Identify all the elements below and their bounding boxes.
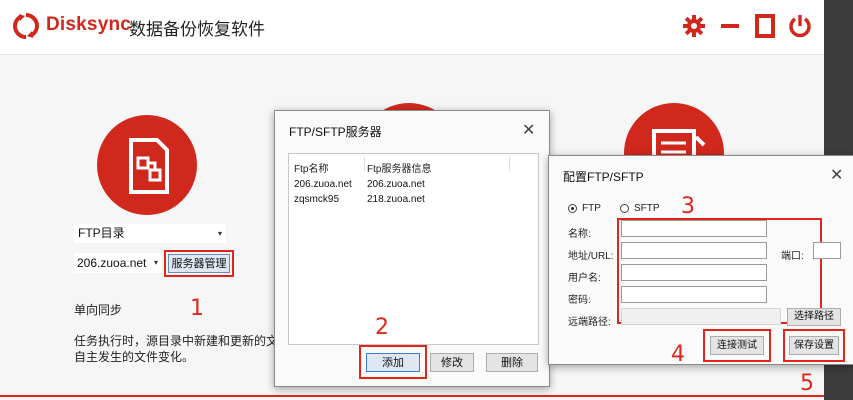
ftp-config-dialog: 配置FTP/SFTP ✕ FTP SFTP 3 名称: 地址/URL: 端口: … [548,155,853,367]
address-label: 地址/URL: [568,251,614,262]
remote-path-label: 远端路径: [568,317,611,328]
name-label: 名称: [568,229,591,240]
edit-server-button[interactable]: 修改 [430,353,474,372]
name-field[interactable] [621,220,767,237]
connection-test-button[interactable]: 连接测试 [710,336,764,355]
annotation-number-5: 5 [800,371,814,396]
close-icon[interactable]: ✕ [830,165,843,184]
annotation-number-2: 2 [375,315,389,340]
column-header-info[interactable]: Ftp服务器信息 [367,160,431,175]
gear-icon[interactable] [681,13,707,39]
config-dialog-title: 配置FTP/SFTP [563,170,644,184]
radio-ftp[interactable] [568,204,577,213]
username-label: 用户名: [568,273,601,284]
row-ftp-info: 206.zuoa.net [367,179,425,190]
minimize-icon[interactable] [717,13,743,39]
column-header-name[interactable]: Ftp名称 [294,160,328,175]
sync-description-line1: 任务执行时，源目录中新建和更新的文 [74,334,274,348]
table-row[interactable]: zqsmck95 218.zuoa.net [289,191,538,206]
row-ftp-name: 206.zuoa.net [294,179,352,190]
annotation-number-1: 1 [190,296,204,321]
power-icon[interactable] [787,13,813,39]
sync-mode-title: 单向同步 [74,303,123,317]
source-type-value: FTP目录 [78,226,125,240]
annotation-number-4: 4 [671,342,685,367]
row-ftp-name: zqsmck95 [294,194,340,205]
close-icon[interactable]: ✕ [522,120,535,139]
ftp-server-list[interactable]: Ftp名称 Ftp服务器信息 206.zuoa.net 206.zuoa.net… [288,153,539,345]
password-field[interactable] [621,286,767,303]
server-manage-button[interactable]: 服务器管理 [168,254,230,273]
ftp-dialog-title: FTP/SFTP服务器 [289,125,382,139]
brand-name: Disksync [46,14,132,35]
radio-ftp-label: FTP [582,203,601,214]
annotation-number-3: 3 [681,194,695,219]
ftp-source-icon [97,115,197,215]
save-settings-button[interactable]: 保存设置 [789,336,839,355]
dropdown-arrow-icon: ▾ [217,229,222,238]
row-ftp-info: 218.zuoa.net [367,194,425,205]
delete-server-button[interactable]: 删除 [486,353,538,372]
ftp-server-value: 206.zuoa.net [77,256,147,270]
sync-description-line2: 自主发生的文件变化。 [74,350,195,364]
sync-logo-icon [13,13,39,39]
add-server-button[interactable]: 添加 [366,353,420,372]
ftp-server-select[interactable]: 206.zuoa.net ▾ [74,253,162,273]
dropdown-arrow-icon: ▾ [153,258,158,267]
username-field[interactable] [621,264,767,281]
app-subtitle: 数据备份恢复软件 [129,20,265,39]
port-label: 端口: [781,251,804,262]
table-row[interactable]: 206.zuoa.net 206.zuoa.net [289,176,538,191]
source-type-select[interactable]: FTP目录 ▾ [74,224,226,243]
choose-path-button[interactable]: 选择路径 [787,308,841,326]
port-field[interactable] [813,242,841,259]
maximize-icon[interactable] [752,13,778,39]
ftp-server-dialog: FTP/SFTP服务器 ✕ Ftp名称 Ftp服务器信息 206.zuoa.ne… [274,110,550,387]
remote-path-field[interactable] [621,308,781,325]
bottom-accent-line [0,395,824,397]
address-field[interactable] [621,242,767,259]
password-label: 密码: [568,295,591,306]
radio-sftp-label: SFTP [634,203,660,214]
radio-sftp[interactable] [620,204,629,213]
title-bar: Disksync 数据备份恢复软件 [0,0,824,55]
